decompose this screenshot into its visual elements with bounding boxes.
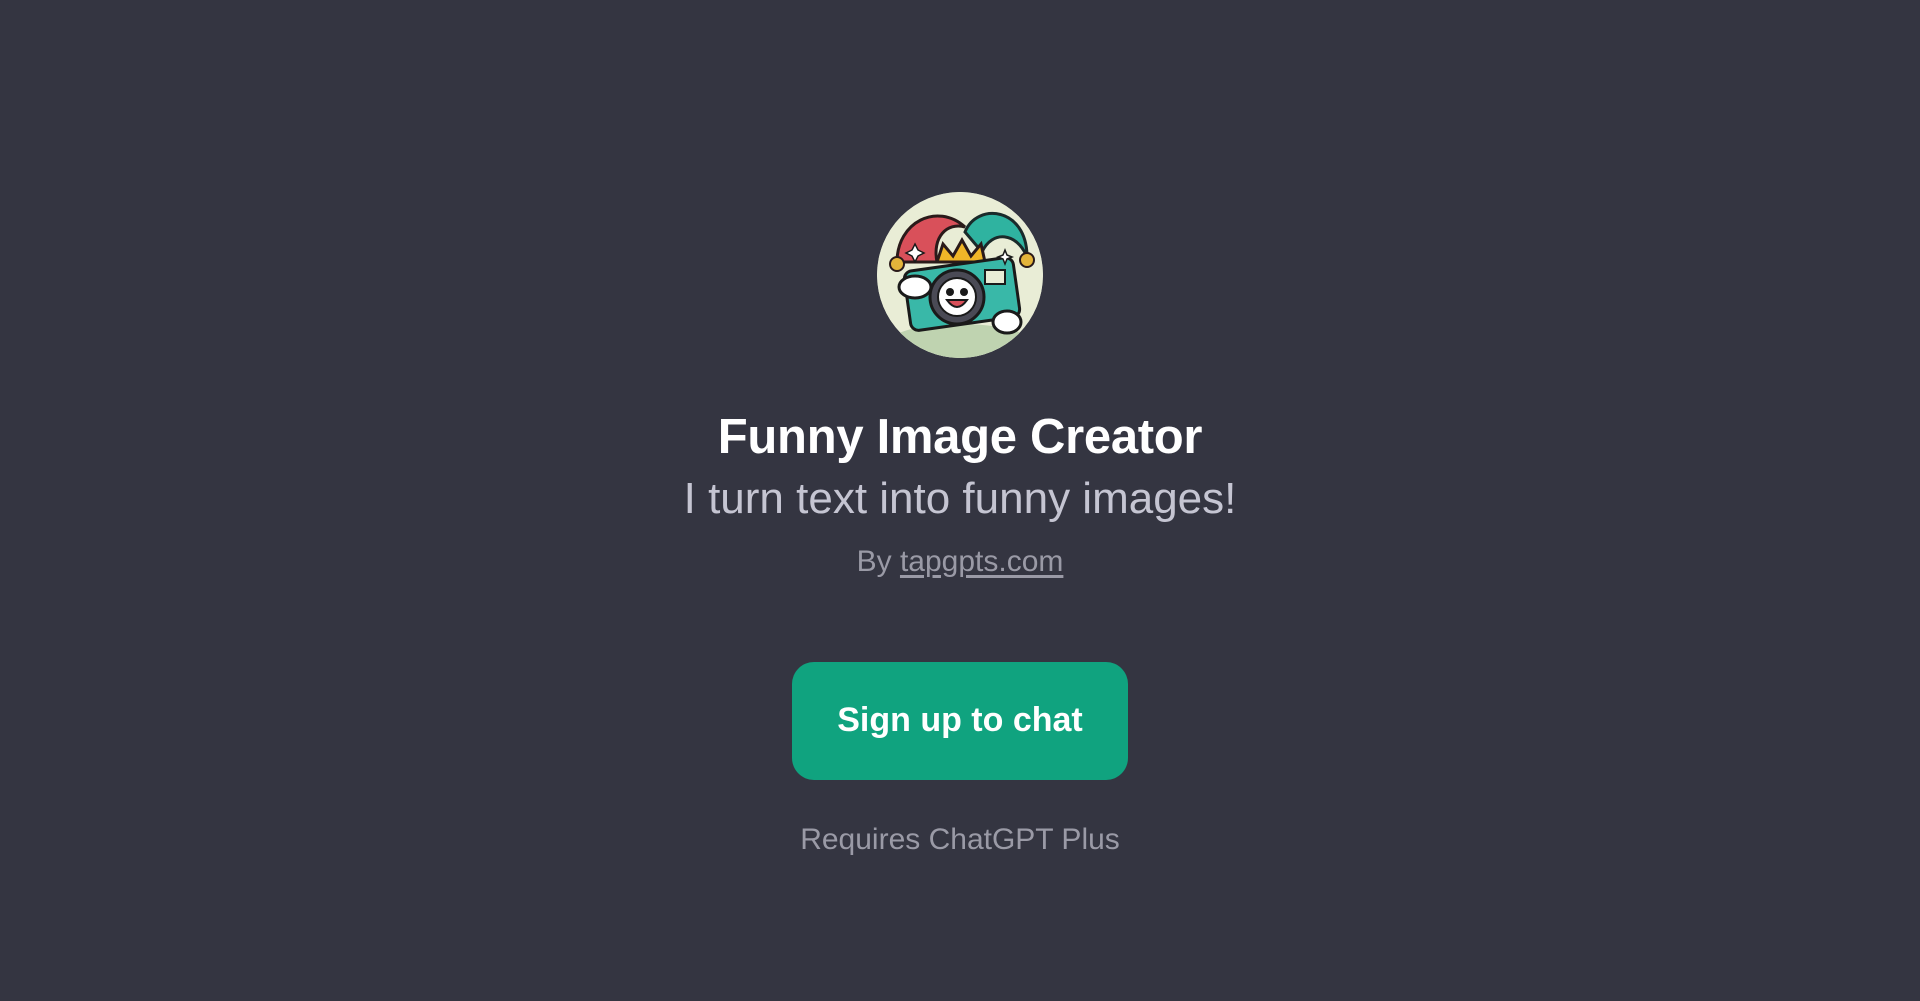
gpt-title: Funny Image Creator	[717, 410, 1203, 464]
gpt-landing-page: Funny Image Creator I turn text into fun…	[0, 0, 1920, 1001]
sign-up-to-chat-button[interactable]: Sign up to chat	[792, 661, 1128, 780]
gpt-description: I turn text into funny images!	[683, 473, 1237, 523]
byline-prefix: By	[856, 544, 892, 578]
gpt-avatar	[877, 192, 1043, 358]
author-link[interactable]: tapgpts.com	[900, 545, 1063, 578]
jester-camera-logo-icon	[877, 192, 1043, 358]
author-byline: By tapgpts.com	[857, 544, 1064, 580]
plus-requirement-note: Requires ChatGPT Plus	[800, 822, 1120, 856]
